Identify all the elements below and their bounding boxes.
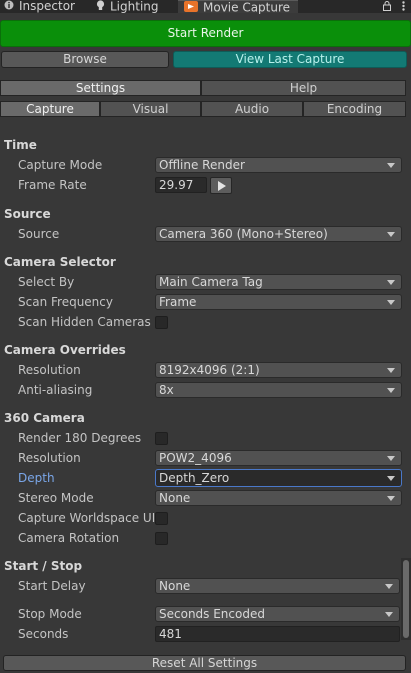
source-dropdown[interactable]: Camera 360 (Mono+Stereo) bbox=[155, 226, 402, 242]
stereo-mode-value: None bbox=[159, 491, 191, 505]
depth-label: Depth bbox=[18, 471, 55, 485]
chevron-down-icon bbox=[385, 584, 393, 589]
scan-hidden-cameras-checkbox[interactable] bbox=[155, 316, 168, 329]
info-icon bbox=[4, 0, 14, 13]
tab-settings[interactable]: Settings bbox=[0, 80, 201, 96]
tab-label: Inspector bbox=[19, 0, 75, 13]
tab-visual[interactable]: Visual bbox=[100, 101, 201, 117]
view-last-capture-button[interactable]: View Last Capture bbox=[173, 51, 407, 68]
stop-mode-dropdown[interactable]: Seconds Encoded bbox=[155, 606, 400, 622]
start-delay-dropdown[interactable]: None bbox=[155, 578, 400, 594]
tab-label: Movie Capture bbox=[203, 0, 291, 15]
browse-button[interactable]: Browse bbox=[1, 51, 169, 68]
capture-mode-dropdown[interactable]: Offline Render bbox=[155, 157, 402, 173]
frame-rate-input[interactable]: 29.97 bbox=[155, 177, 207, 193]
override-resolution-value: 8192x4096 (2:1) bbox=[159, 363, 260, 377]
override-resolution-dropdown[interactable]: 8192x4096 (2:1) bbox=[155, 362, 402, 378]
cam360-resolution-dropdown[interactable]: POW2_4096 bbox=[155, 450, 402, 466]
seconds-label: Seconds bbox=[18, 627, 69, 641]
start-delay-value: None bbox=[159, 579, 191, 593]
select-by-value: Main Camera Tag bbox=[159, 275, 263, 289]
frame-rate-label: Frame Rate bbox=[18, 178, 87, 192]
scan-frequency-value: Frame bbox=[159, 295, 197, 309]
start-delay-label: Start Delay bbox=[18, 579, 86, 593]
source-value: Camera 360 (Mono+Stereo) bbox=[159, 227, 328, 241]
cam360-resolution-value: POW2_4096 bbox=[159, 451, 232, 465]
scrollbar-thumb[interactable] bbox=[403, 560, 409, 638]
movie-capture-icon bbox=[184, 1, 198, 15]
stereo-mode-label: Stereo Mode bbox=[18, 491, 94, 505]
chevron-down-icon bbox=[387, 163, 395, 168]
anti-aliasing-label: Anti-aliasing bbox=[18, 383, 93, 397]
camera-rotation-label: Camera Rotation bbox=[18, 531, 120, 545]
capture-mode-label: Capture Mode bbox=[18, 158, 103, 172]
section-title-source: Source bbox=[4, 207, 51, 221]
section-title-time: Time bbox=[4, 138, 37, 152]
chevron-down-icon bbox=[387, 232, 395, 237]
chevron-down-icon bbox=[385, 612, 393, 617]
cam360-resolution-label: Resolution bbox=[18, 451, 81, 465]
stop-mode-value: Seconds Encoded bbox=[159, 607, 265, 621]
seconds-input[interactable]: 481 bbox=[155, 626, 400, 642]
stereo-mode-dropdown[interactable]: None bbox=[155, 490, 402, 506]
window-controls bbox=[382, 0, 406, 14]
reset-all-settings-button[interactable]: Reset All Settings bbox=[3, 655, 406, 671]
chevron-down-icon bbox=[387, 456, 395, 461]
chevron-down-icon bbox=[387, 300, 395, 305]
tab-lighting[interactable]: Lighting bbox=[96, 0, 172, 13]
chevron-down-icon bbox=[387, 368, 395, 373]
chevron-down-icon bbox=[387, 476, 395, 481]
scan-frequency-dropdown[interactable]: Frame bbox=[155, 294, 402, 310]
frame-rate-play-button[interactable] bbox=[210, 177, 232, 194]
stop-mode-label: Stop Mode bbox=[18, 607, 82, 621]
anti-aliasing-value: 8x bbox=[159, 383, 174, 397]
scan-frequency-label: Scan Frequency bbox=[18, 295, 113, 309]
render-180-label: Render 180 Degrees bbox=[18, 431, 142, 445]
depth-value: Depth_Zero bbox=[159, 471, 230, 485]
capture-worldspace-ui-checkbox[interactable] bbox=[155, 512, 168, 525]
capture-worldspace-ui-label: Capture Worldspace UI bbox=[18, 511, 156, 525]
section-title-360-camera: 360 Camera bbox=[4, 411, 85, 425]
scrollbar[interactable] bbox=[401, 558, 411, 640]
tab-help[interactable]: Help bbox=[201, 80, 406, 96]
override-resolution-label: Resolution bbox=[18, 363, 81, 377]
section-title-camera-selector: Camera Selector bbox=[4, 255, 116, 269]
section-title-start-stop: Start / Stop bbox=[4, 559, 83, 573]
tab-movie-capture[interactable]: Movie Capture bbox=[178, 0, 298, 15]
section-title-camera-overrides: Camera Overrides bbox=[4, 343, 126, 357]
tab-encoding[interactable]: Encoding bbox=[303, 101, 406, 117]
tab-capture[interactable]: Capture bbox=[0, 101, 100, 117]
capture-mode-value: Offline Render bbox=[159, 158, 245, 172]
kebab-menu-icon[interactable] bbox=[402, 0, 405, 14]
chevron-down-icon bbox=[387, 496, 395, 501]
anti-aliasing-dropdown[interactable]: 8x bbox=[155, 382, 402, 398]
chevron-down-icon bbox=[387, 388, 395, 393]
play-icon bbox=[218, 181, 226, 191]
scan-hidden-cameras-label: Scan Hidden Cameras bbox=[18, 315, 151, 329]
tab-inspector[interactable]: Inspector bbox=[4, 0, 86, 13]
lightbulb-icon bbox=[96, 0, 105, 14]
select-by-dropdown[interactable]: Main Camera Tag bbox=[155, 274, 402, 290]
select-by-label: Select By bbox=[18, 275, 75, 289]
tab-audio[interactable]: Audio bbox=[201, 101, 303, 117]
chevron-down-icon bbox=[387, 280, 395, 285]
render-180-checkbox[interactable] bbox=[155, 432, 168, 445]
tab-label: Lighting bbox=[110, 0, 159, 14]
source-label: Source bbox=[18, 227, 60, 241]
camera-rotation-checkbox[interactable] bbox=[155, 532, 168, 545]
lock-icon[interactable] bbox=[382, 0, 391, 14]
depth-dropdown[interactable]: Depth_Zero bbox=[155, 469, 402, 487]
start-render-button[interactable]: Start Render bbox=[0, 20, 411, 47]
